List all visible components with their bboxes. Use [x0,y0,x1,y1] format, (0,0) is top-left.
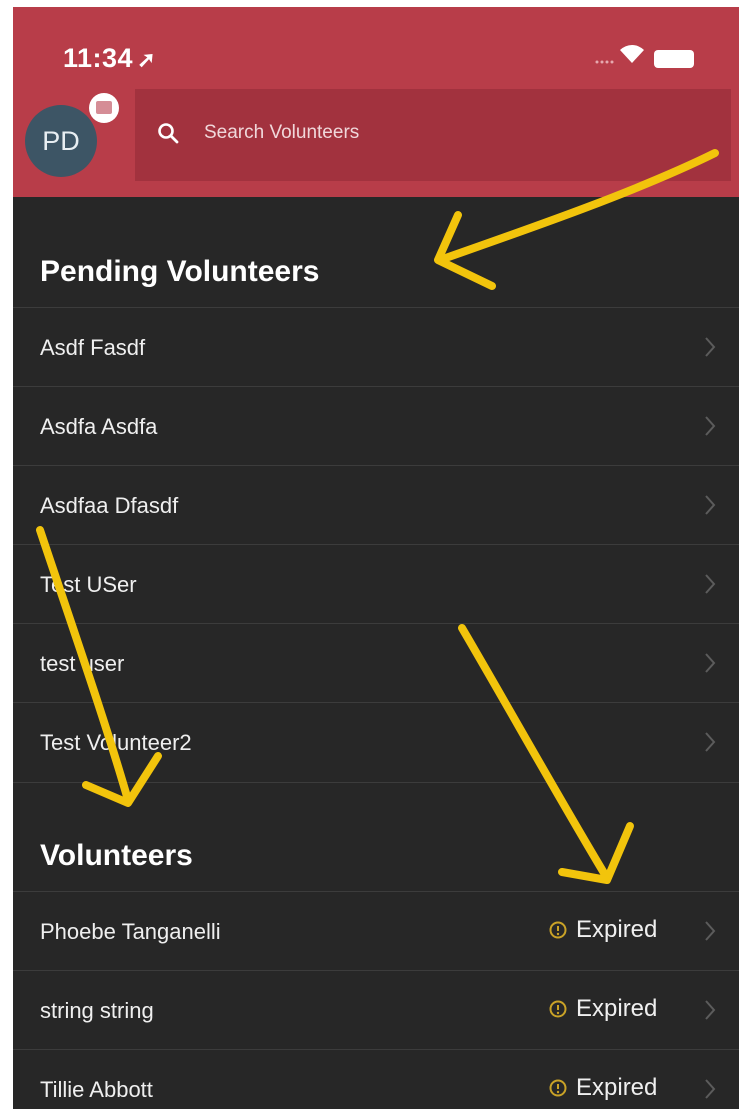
list-item-name: Asdfa Asdfa [40,414,158,439]
location-arrow-icon: ➚ [137,47,157,72]
chevron-right-icon [705,416,716,436]
status-time: 11:34 ➚ [63,43,157,73]
list-item-name: test user [40,651,125,676]
status-badge: Expired [549,1074,657,1102]
volunteers-section-title: Volunteers [40,839,193,872]
wifi-icon [620,45,644,63]
alert-circle-icon [549,1000,567,1018]
status-label: Expired [576,1074,658,1101]
list-item-name: Asdfaa Dfasdf [40,493,179,518]
chevron-right-icon [705,495,716,515]
battery-icon [654,50,694,68]
pending-row-test-volunteer2[interactable]: Test Volunteer2 [13,702,739,783]
chevron-right-icon [705,732,716,752]
pending-row-test-user[interactable]: test user [13,623,739,703]
app-screen: 11:34 ➚ PD Search Volunteers Pending Volu… [13,7,739,1109]
status-badge: Expired [549,916,657,944]
pending-row-test-user-caps[interactable]: Test USer [13,544,739,624]
alert-circle-icon [549,1079,567,1097]
volunteer-row-string-string[interactable]: string string Expired [13,970,739,1050]
list-item-name: Test USer [40,572,137,597]
search-icon [158,123,179,144]
volunteer-row-phoebe-tanganelli[interactable]: Phoebe Tanganelli Expired [13,891,739,971]
list-item-name: Phoebe Tanganelli [40,919,221,944]
chevron-right-icon [705,921,716,941]
app-header: 11:34 ➚ PD Search Volunteers [13,7,739,197]
search-placeholder: Search Volunteers [204,122,360,143]
status-badge: Expired [549,995,657,1023]
pending-section-title: Pending Volunteers [40,255,320,288]
pending-row-asdfaa-dfasdf[interactable]: Asdfaa Dfasdf [13,465,739,545]
list-item-name: string string [40,998,154,1023]
status-label: Expired [576,995,658,1022]
alert-circle-icon [549,921,567,939]
pending-row-asdf-fasdf[interactable]: Asdf Fasdf [13,307,739,387]
volunteer-row-tillie-abbott[interactable]: Tillie Abbott Expired [13,1049,739,1109]
list-item-name: Asdf Fasdf [40,335,146,360]
avatar[interactable]: PD [25,105,97,177]
notification-badge [89,93,119,123]
status-label: Expired [576,916,658,943]
chevron-right-icon [705,574,716,594]
chevron-right-icon [705,1079,716,1099]
pending-row-asdfa-asdfa[interactable]: Asdfa Asdfa [13,386,739,466]
signal-icon [595,60,614,64]
chevron-right-icon [705,337,716,357]
list-item-name: Tillie Abbott [40,1077,153,1102]
chevron-right-icon [705,1000,716,1020]
list-item-name: Test Volunteer2 [40,730,192,755]
chevron-right-icon [705,653,716,673]
search-input[interactable]: Search Volunteers [135,89,731,181]
